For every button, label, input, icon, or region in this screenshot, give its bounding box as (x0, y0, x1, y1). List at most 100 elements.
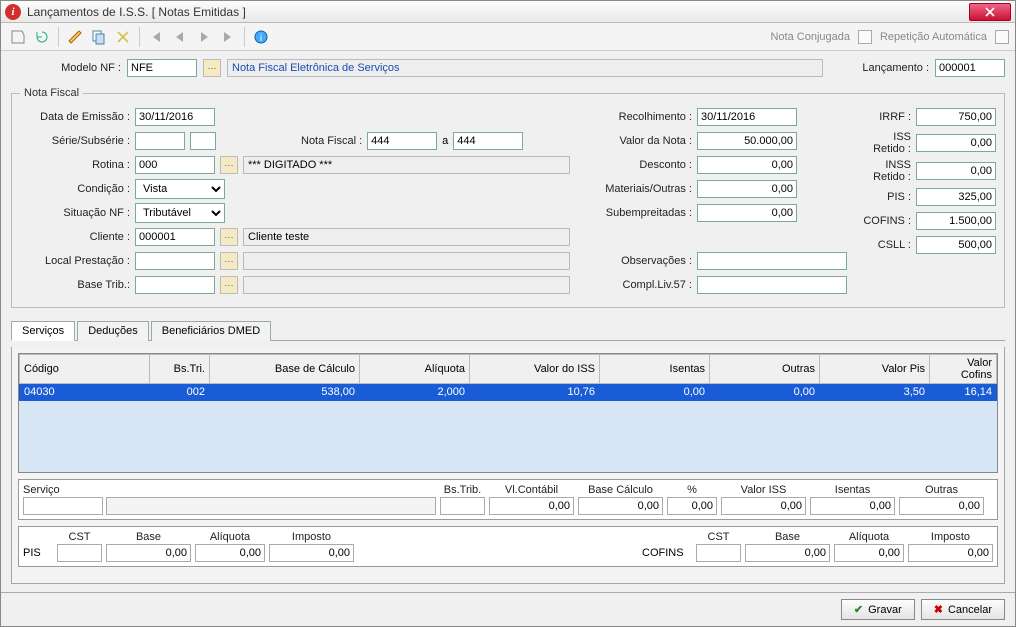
d2-pis-aliq-field[interactable] (195, 544, 265, 562)
d2-pis-aliq-label: Alíquota (210, 531, 250, 543)
toolbar-refresh[interactable] (31, 26, 53, 48)
cofins-field[interactable] (916, 212, 996, 230)
recolhimento-field[interactable] (697, 108, 797, 126)
inssret-field[interactable] (916, 162, 996, 180)
serie-field[interactable] (135, 132, 185, 150)
cliente-label: Cliente : (20, 231, 130, 243)
repeticao-label: Repetição Automática (880, 31, 987, 43)
valornota-field[interactable] (697, 132, 797, 150)
recolhimento-label: Recolhimento : (582, 111, 692, 123)
d1-pct-field[interactable] (667, 497, 717, 515)
lancamento-field[interactable] (935, 59, 1005, 77)
nav-first[interactable] (145, 26, 167, 48)
rotina-label: Rotina : (20, 159, 130, 171)
tab-servicos[interactable]: Serviços (11, 321, 75, 341)
d2-cof-aliq-field[interactable] (834, 544, 904, 562)
tab-beneficiarios[interactable]: Beneficiários DMED (151, 321, 271, 341)
valornota-label: Valor da Nota : (582, 135, 692, 147)
cliente-lookup-icon[interactable]: ⋯ (220, 228, 238, 246)
local-lookup-icon[interactable]: ⋯ (220, 252, 238, 270)
basetrib-lookup-icon[interactable]: ⋯ (220, 276, 238, 294)
d1-valoriss-field[interactable] (721, 497, 806, 515)
irrf-field[interactable] (916, 108, 996, 126)
issret-field[interactable] (916, 134, 996, 152)
col-valoriss[interactable]: Valor do ISS (470, 355, 600, 384)
d2-cof-imp-label: Imposto (931, 531, 970, 543)
subserie-field[interactable] (190, 132, 216, 150)
d2-cof-imp-field[interactable] (908, 544, 993, 562)
csll-field[interactable] (916, 236, 996, 254)
toolbar-delete[interactable] (112, 26, 134, 48)
nota-conjugada-checkbox[interactable] (858, 30, 872, 44)
condicao-select[interactable]: Vista (135, 179, 225, 199)
toolbar-edit[interactable] (64, 26, 86, 48)
rotina-lookup-icon[interactable]: ⋯ (220, 156, 238, 174)
nf-ate-field[interactable] (453, 132, 523, 150)
col-codigo[interactable]: Código (20, 355, 150, 384)
irrf-label: IRRF : (859, 111, 911, 123)
situacao-label: Situação NF : (20, 207, 130, 219)
d2-cof-cst-field[interactable] (696, 544, 741, 562)
pis-field[interactable] (916, 188, 996, 206)
situacao-select[interactable]: Tributável (135, 203, 225, 223)
notafiscal-label: Nota Fiscal : (301, 135, 362, 147)
window-title: Lançamentos de I.S.S. [ Notas Emitidas ] (27, 5, 969, 19)
d2-pis-label: PIS (23, 547, 53, 562)
compl57-field[interactable] (697, 276, 847, 294)
data-emissao-field[interactable] (135, 108, 215, 126)
nf-de-field[interactable] (367, 132, 437, 150)
d2-pis-cst-field[interactable] (57, 544, 102, 562)
nav-last[interactable] (217, 26, 239, 48)
col-bstri[interactable]: Bs.Tri. (150, 355, 210, 384)
detail-servico: Serviço Bs.Trib. Vl.Contábil Base Cálcul… (18, 479, 998, 520)
modelo-lookup-icon[interactable]: ⋯ (203, 59, 221, 77)
x-icon: ✖ (934, 603, 943, 616)
d2-pis-base-field[interactable] (106, 544, 191, 562)
local-field[interactable] (135, 252, 215, 270)
d1-bstrib-field[interactable] (440, 497, 485, 515)
d2-pis-base-label: Base (136, 531, 161, 543)
d2-pis-cst-label: CST (69, 531, 91, 543)
d1-outras-field[interactable] (899, 497, 984, 515)
d2-pis-imp-field[interactable] (269, 544, 354, 562)
subemp-label: Subempreitadas : (582, 207, 692, 219)
d1-servico-code[interactable] (23, 497, 103, 515)
table-row[interactable]: 04030 002 538,00 2,000 10,76 0,00 0,00 3… (20, 384, 997, 401)
col-valorpis[interactable]: Valor Pis (820, 355, 930, 384)
col-isentas[interactable]: Isentas (600, 355, 710, 384)
nota-fiscal-group: Nota Fiscal Data de Emissão : Série/Subs… (11, 87, 1005, 308)
d1-isentas-field[interactable] (810, 497, 895, 515)
d1-servico-label: Serviço (23, 484, 60, 496)
repeticao-checkbox[interactable] (995, 30, 1009, 44)
col-outras[interactable]: Outras (710, 355, 820, 384)
cancelar-button[interactable]: ✖Cancelar (921, 599, 1005, 620)
modelo-field[interactable] (127, 59, 197, 77)
nav-prev[interactable] (169, 26, 191, 48)
gravar-button[interactable]: ✔Gravar (841, 599, 915, 620)
tab-deducoes[interactable]: Deduções (77, 321, 149, 341)
rotina-field[interactable] (135, 156, 215, 174)
subemp-field[interactable] (697, 204, 797, 222)
d1-vlcontabil-field[interactable] (489, 497, 574, 515)
toolbar-action-1[interactable] (7, 26, 29, 48)
col-valorcofins[interactable]: Valor Cofins (930, 355, 997, 384)
d2-cof-base-field[interactable] (745, 544, 830, 562)
nav-next[interactable] (193, 26, 215, 48)
col-basecalc[interactable]: Base de Cálculo (210, 355, 360, 384)
header-row: Modelo NF : ⋯ Nota Fiscal Eletrônica de … (11, 59, 1005, 77)
serie-label: Série/Subsérie : (20, 135, 130, 147)
col-aliq[interactable]: Alíquota (360, 355, 470, 384)
titlebar: i Lançamentos de I.S.S. [ Notas Emitidas… (1, 1, 1015, 23)
close-button[interactable] (969, 3, 1011, 21)
d2-cof-aliq-label: Alíquota (849, 531, 889, 543)
toolbar-help[interactable]: i (250, 26, 272, 48)
observ-field[interactable] (697, 252, 847, 270)
inssret-label: INSS Retido : (859, 159, 911, 183)
toolbar-copy[interactable] (88, 26, 110, 48)
cliente-field[interactable] (135, 228, 215, 246)
d1-basecalc-field[interactable] (578, 497, 663, 515)
basetrib-field[interactable] (135, 276, 215, 294)
servicos-grid[interactable]: Código Bs.Tri. Base de Cálculo Alíquota … (18, 353, 998, 473)
materiais-field[interactable] (697, 180, 797, 198)
desconto-field[interactable] (697, 156, 797, 174)
